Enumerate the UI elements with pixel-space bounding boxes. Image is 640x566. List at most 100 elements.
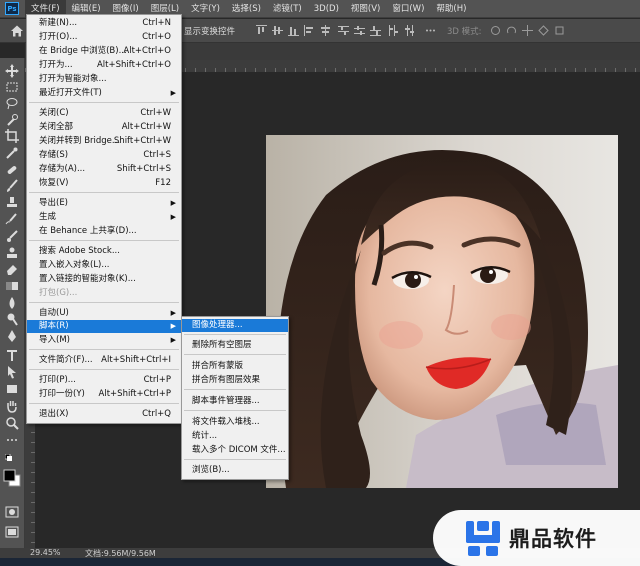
quick-selection-tool-icon[interactable]	[5, 113, 19, 127]
distribute-left-icon[interactable]	[388, 25, 399, 36]
align-bottom-icon[interactable]	[288, 25, 299, 36]
menu-window[interactable]: 窗口(W)	[386, 0, 430, 18]
menu-item-close[interactable]: 关闭(C) Ctrl+W	[27, 107, 181, 120]
path-selection-tool-icon[interactable]	[5, 365, 19, 379]
menu-help[interactable]: 帮助(H)	[430, 0, 472, 18]
submenu-item-delete-empty-layers[interactable]: 删除所有空图层	[182, 339, 288, 352]
menu-separator	[29, 302, 179, 303]
move-tool-icon[interactable]	[5, 64, 19, 78]
healing-brush-tool-icon[interactable]	[5, 163, 19, 177]
edit-toolbar-icon[interactable]	[5, 433, 19, 447]
menu-item-shortcut: Alt+Shift+Ctrl+P	[98, 389, 171, 399]
menu-item-close-all[interactable]: 关闭全部 Alt+Ctrl+W	[27, 121, 181, 134]
color-swatches-icon[interactable]	[3, 469, 21, 487]
menu-item-print-one-copy[interactable]: 打印一份(Y) Alt+Shift+Ctrl+P	[27, 388, 181, 401]
menu-item-export[interactable]: 导出(E) ▶	[27, 197, 181, 210]
3d-slide-icon[interactable]	[538, 25, 549, 36]
submenu-item-flatten-all-masks[interactable]: 拼合所有蒙版	[182, 360, 288, 373]
menu-item-revert[interactable]: 恢复(V) F12	[27, 177, 181, 190]
eyedropper-tool-icon[interactable]	[5, 146, 19, 160]
menu-item-label: 打印一份(Y)	[39, 389, 85, 399]
zoom-tool-icon[interactable]	[5, 416, 19, 430]
pen-tool-icon[interactable]	[5, 329, 19, 343]
screen-mode-icon[interactable]	[5, 525, 19, 539]
menu-item-label: 置入链接的智能对象(K)...	[39, 274, 136, 284]
submenu-item-load-files-into-stack[interactable]: 将文件载入堆栈...	[182, 416, 288, 429]
3d-roll-icon[interactable]	[506, 25, 517, 36]
menu-3d[interactable]: 3D(D)	[308, 0, 345, 18]
align-left-icon[interactable]	[304, 25, 315, 36]
menu-item-exit[interactable]: 退出(X) Ctrl+Q	[27, 408, 181, 421]
type-tool-icon[interactable]	[5, 348, 19, 362]
gradient-tool-icon[interactable]	[5, 279, 19, 293]
zoom-level[interactable]: 29.45%	[30, 548, 61, 557]
align-vcenter-icon[interactable]	[272, 25, 283, 36]
eraser-tool-icon[interactable]	[5, 262, 19, 276]
hand-tool-icon[interactable]	[5, 399, 19, 413]
menu-item-open-recent[interactable]: 最近打开文件(T) ▶	[27, 87, 181, 100]
menu-item-open-as-smart-object[interactable]: 打开为智能对象...	[27, 73, 181, 86]
menu-item-save-as[interactable]: 存储为(A)... Shift+Ctrl+S	[27, 163, 181, 176]
menu-item-share-on-behance[interactable]: 在 Behance 上共享(D)...	[27, 225, 181, 238]
quick-mask-icon[interactable]	[5, 505, 19, 519]
menu-view[interactable]: 视图(V)	[345, 0, 386, 18]
menu-item-save[interactable]: 存储(S) Ctrl+S	[27, 149, 181, 162]
distribute-bottom-icon[interactable]	[370, 25, 381, 36]
menu-item-file-info[interactable]: 文件简介(F)... Alt+Shift+Ctrl+I	[27, 354, 181, 367]
home-icon[interactable]	[10, 24, 24, 38]
menu-item-close-and-go-to-bridge[interactable]: 关闭并转到 Bridge... Shift+Ctrl+W	[27, 135, 181, 148]
menu-item-label: 存储(S)	[39, 150, 69, 160]
menu-item-label: 打开为智能对象...	[39, 74, 107, 84]
menu-item-import[interactable]: 导入(M) ▶	[27, 334, 181, 347]
align-top-icon[interactable]	[256, 25, 267, 36]
lasso-tool-icon[interactable]	[5, 96, 19, 110]
menu-separator	[184, 410, 286, 411]
more-options-icon[interactable]	[425, 25, 436, 36]
rectangle-tool-icon[interactable]	[5, 382, 19, 396]
menu-item-label: 生成	[39, 212, 57, 222]
menu-type[interactable]: 文字(Y)	[185, 0, 226, 18]
menu-item-open[interactable]: 打开(O)... Ctrl+O	[27, 31, 181, 44]
menu-item-scripts[interactable]: 脚本(R) ▶	[27, 320, 181, 333]
submenu-item-statistics[interactable]: 统计...	[182, 430, 288, 443]
dodge-tool-icon[interactable]	[5, 312, 19, 326]
blur-tool-icon[interactable]	[5, 296, 19, 310]
crop-tool-icon[interactable]	[5, 129, 19, 143]
distribute-hcenter-icon[interactable]	[404, 25, 415, 36]
brush-tool-icon[interactable]	[5, 179, 19, 193]
portrait-photo[interactable]	[266, 135, 618, 488]
3d-rotate-icon[interactable]	[490, 25, 501, 36]
brush-alt-tool-icon[interactable]	[5, 229, 19, 243]
marquee-tool-icon[interactable]	[5, 80, 19, 94]
menu-separator	[29, 349, 179, 350]
submenu-item-browse[interactable]: 浏览(B)...	[182, 464, 288, 477]
clone-stamp-tool-icon[interactable]	[5, 196, 19, 210]
distribute-vcenter-icon[interactable]	[354, 25, 365, 36]
3d-pan-icon[interactable]	[522, 25, 533, 36]
menu-filter[interactable]: 滤镜(T)	[267, 0, 308, 18]
menu-item-automate[interactable]: 自动(U) ▶	[27, 307, 181, 320]
menu-item-open-as[interactable]: 打开为... Alt+Shift+Ctrl+O	[27, 59, 181, 72]
history-brush-tool-icon[interactable]	[5, 212, 19, 226]
menu-item-search-adobe-stock[interactable]: 搜索 Adobe Stock...	[27, 245, 181, 258]
stamp-tool-icon[interactable]	[5, 246, 19, 260]
submenu-item-flatten-all-layer-effects[interactable]: 拼合所有图层效果	[182, 374, 288, 387]
menu-item-place-linked[interactable]: 置入链接的智能对象(K)...	[27, 273, 181, 286]
menu-item-shortcut: Ctrl+N	[142, 18, 171, 28]
menu-item-place-embedded[interactable]: 置入嵌入对象(L)...	[27, 259, 181, 272]
submenu-item-image-processor[interactable]: 图像处理器...	[182, 319, 288, 332]
menu-item-browse-in-bridge[interactable]: 在 Bridge 中浏览(B)... Alt+Ctrl+O	[27, 45, 181, 58]
menu-item-label: 新建(N)...	[39, 18, 78, 28]
3d-scale-icon[interactable]	[554, 25, 565, 36]
menu-item-new[interactable]: 新建(N)... Ctrl+N	[27, 17, 181, 30]
menu-item-generate[interactable]: 生成 ▶	[27, 211, 181, 224]
show-transform-controls-label[interactable]: 显示变换控件	[184, 25, 235, 37]
submenu-item-script-events-manager[interactable]: 脚本事件管理器...	[182, 395, 288, 408]
menu-select[interactable]: 选择(S)	[226, 0, 267, 18]
menu-item-print[interactable]: 打印(P)... Ctrl+P	[27, 374, 181, 387]
align-hcenter-icon[interactable]	[320, 25, 331, 36]
default-colors-icon[interactable]	[4, 453, 19, 468]
menu-item-package: 打包(G)...	[27, 287, 181, 300]
distribute-top-icon[interactable]	[338, 25, 349, 36]
submenu-item-load-multiple-dicom[interactable]: 载入多个 DICOM 文件...	[182, 444, 288, 457]
